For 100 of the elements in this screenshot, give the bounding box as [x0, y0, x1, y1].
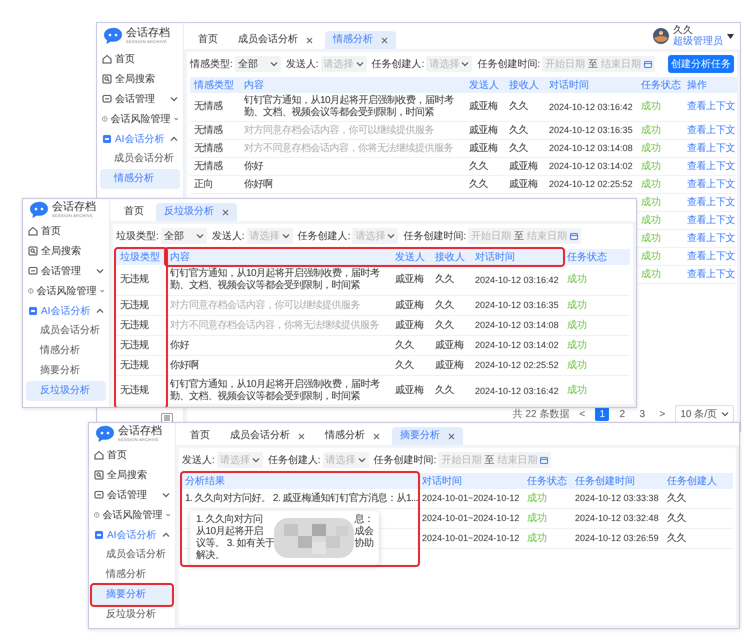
- table-cell: 戚亚梅: [395, 274, 424, 285]
- context-link[interactable]: 查看上下文: [687, 142, 736, 154]
- sidebar-subitem[interactable]: 成员会话分析: [26, 321, 106, 341]
- sidebar-subitem[interactable]: 情感分析: [26, 341, 106, 361]
- search-icon: [94, 470, 104, 480]
- date-range-field[interactable]: 开始日期 至 结束日期: [542, 56, 656, 72]
- context-link[interactable]: 查看上下文: [687, 178, 736, 190]
- tile-icon: [94, 530, 104, 540]
- tab[interactable]: 情感分析: [317, 427, 388, 445]
- page-button[interactable]: 1: [595, 407, 610, 421]
- tab[interactable]: 成员会话分析: [230, 31, 321, 49]
- tab[interactable]: 首页: [182, 427, 218, 445]
- chat-bubble-icon: [103, 27, 123, 45]
- column-header: 接收人: [431, 249, 471, 265]
- table-cell: 成功: [641, 101, 661, 112]
- sidebar-subitem[interactable]: 成员会话分析: [92, 545, 172, 565]
- sidebar-subitem[interactable]: 情感分析: [92, 565, 172, 585]
- chevron-icon: [270, 60, 278, 68]
- chevron-icon: [387, 232, 396, 240]
- next-page-button[interactable]: >: [655, 407, 670, 421]
- context-link[interactable]: 查看上下文: [687, 160, 736, 172]
- sidebar-subitem[interactable]: 成员会话分析: [100, 149, 180, 169]
- sidebar-item[interactable]: 首页: [97, 49, 183, 69]
- sidebar-item[interactable]: 会话风险管理: [97, 109, 183, 129]
- calendar-icon: [570, 232, 578, 240]
- page-button[interactable]: 3: [635, 407, 650, 421]
- chevron-icon: [356, 60, 364, 68]
- chevron-icon: [252, 456, 260, 464]
- table-cell: 久久: [509, 124, 528, 136]
- caret-icon: [727, 34, 734, 38]
- column-header: 发送人: [465, 77, 505, 93]
- chat-icon: [28, 266, 38, 276]
- table-cell: 成功: [641, 250, 661, 262]
- create-task-button[interactable]: 创建分析任务: [668, 55, 734, 73]
- table-cell: 成功: [527, 492, 547, 504]
- table-cell: 2024-10-12 02:25:52: [475, 360, 559, 370]
- table-cell: 成功: [567, 274, 587, 285]
- sidebar-item[interactable]: 首页: [23, 221, 109, 241]
- sidebar-item[interactable]: 全局搜索: [97, 69, 183, 89]
- sidebar-subitem[interactable]: 反垃圾分析: [92, 605, 172, 625]
- sidebar-item[interactable]: 会话管理: [97, 89, 183, 109]
- sidebar-item[interactable]: 会话风险管理: [23, 281, 109, 301]
- column-header: 任务创建时间: [571, 473, 663, 489]
- table-cell: 2024-10-12 03:26:59: [575, 533, 659, 543]
- sidebar-item[interactable]: 会话风险管理: [89, 505, 175, 525]
- context-link[interactable]: 查看上下文: [687, 124, 736, 136]
- column-header: 垃圾类型: [116, 249, 166, 265]
- table-cell: 成功: [567, 320, 587, 330]
- date-range-field[interactable]: 开始日期 至 结束日期: [468, 228, 582, 244]
- tooltip-text: 解决。: [196, 550, 226, 562]
- table-cell: 成功: [567, 360, 587, 370]
- table-cell: 成功: [641, 214, 661, 226]
- table-cell: 无情感: [194, 124, 222, 136]
- filter-label: 任务创建时间:: [374, 454, 436, 467]
- table-cell: 无违规: [120, 340, 148, 350]
- search-icon: [102, 74, 112, 84]
- sidebar-item[interactable]: 会话管理: [89, 485, 175, 505]
- table-cell: 2024-10-12 03:16:35: [475, 300, 559, 310]
- chevron-icon: [196, 232, 204, 240]
- table-cell: 久久: [435, 385, 454, 396]
- context-link[interactable]: 查看上下文: [687, 196, 736, 208]
- tab[interactable]: 成员会话分析: [222, 427, 313, 445]
- sidebar-item[interactable]: AI会话分析: [89, 525, 175, 545]
- table-cell: 成功: [567, 385, 587, 396]
- tab[interactable]: 首页: [116, 203, 152, 221]
- alert-icon: [102, 114, 108, 124]
- select-field[interactable]: 全部: [160, 228, 207, 244]
- table-cell: 成功: [641, 232, 661, 244]
- context-link[interactable]: 查看上下文: [687, 268, 736, 280]
- table-cell: 成功: [641, 196, 661, 208]
- user-role: 超级管理员: [673, 36, 723, 47]
- table-cell: 成功: [527, 512, 547, 524]
- table-cell: 成功: [567, 340, 587, 350]
- sidebar-item[interactable]: 会话管理: [23, 261, 109, 281]
- table-cell: 对方不同意存档会话内容，你将无法继续提供服务: [244, 142, 453, 154]
- context-link[interactable]: 查看上下文: [687, 232, 736, 244]
- select-field[interactable]: 全部: [234, 56, 281, 72]
- context-link[interactable]: 查看上下文: [687, 101, 736, 112]
- tab[interactable]: 首页: [190, 31, 226, 49]
- column-header: 任务状态: [563, 249, 630, 265]
- prev-page-button[interactable]: <: [575, 407, 590, 421]
- filter-label: 发送人:: [212, 230, 245, 243]
- table-cell: 无违规: [120, 360, 148, 370]
- column-header: 对话时间: [545, 77, 637, 93]
- context-link[interactable]: 查看上下文: [687, 214, 736, 226]
- table-cell: 无违规: [120, 300, 148, 310]
- sidebar-item[interactable]: 全局搜索: [89, 465, 175, 485]
- table-cell: 戚亚梅: [509, 178, 538, 190]
- date-range-field[interactable]: 开始日期 至 结束日期: [438, 452, 552, 468]
- tooltip-text: 协助: [354, 538, 374, 550]
- page-button[interactable]: 2: [615, 407, 630, 421]
- table-cell: 久久: [395, 360, 414, 370]
- sidebar-item[interactable]: 全局搜索: [23, 241, 109, 261]
- sidebar-item[interactable]: AI会话分析: [23, 301, 109, 321]
- sidebar-item[interactable]: 首页: [89, 445, 175, 465]
- context-link[interactable]: 查看上下文: [687, 250, 736, 262]
- column-header: 情感类型: [190, 77, 240, 93]
- sidebar-item[interactable]: AI会话分析: [97, 129, 183, 149]
- table-cell: 对方同意存档会话内容，你可以继续提供服务: [170, 300, 360, 310]
- sidebar-subitem[interactable]: 摘要分析: [26, 361, 106, 381]
